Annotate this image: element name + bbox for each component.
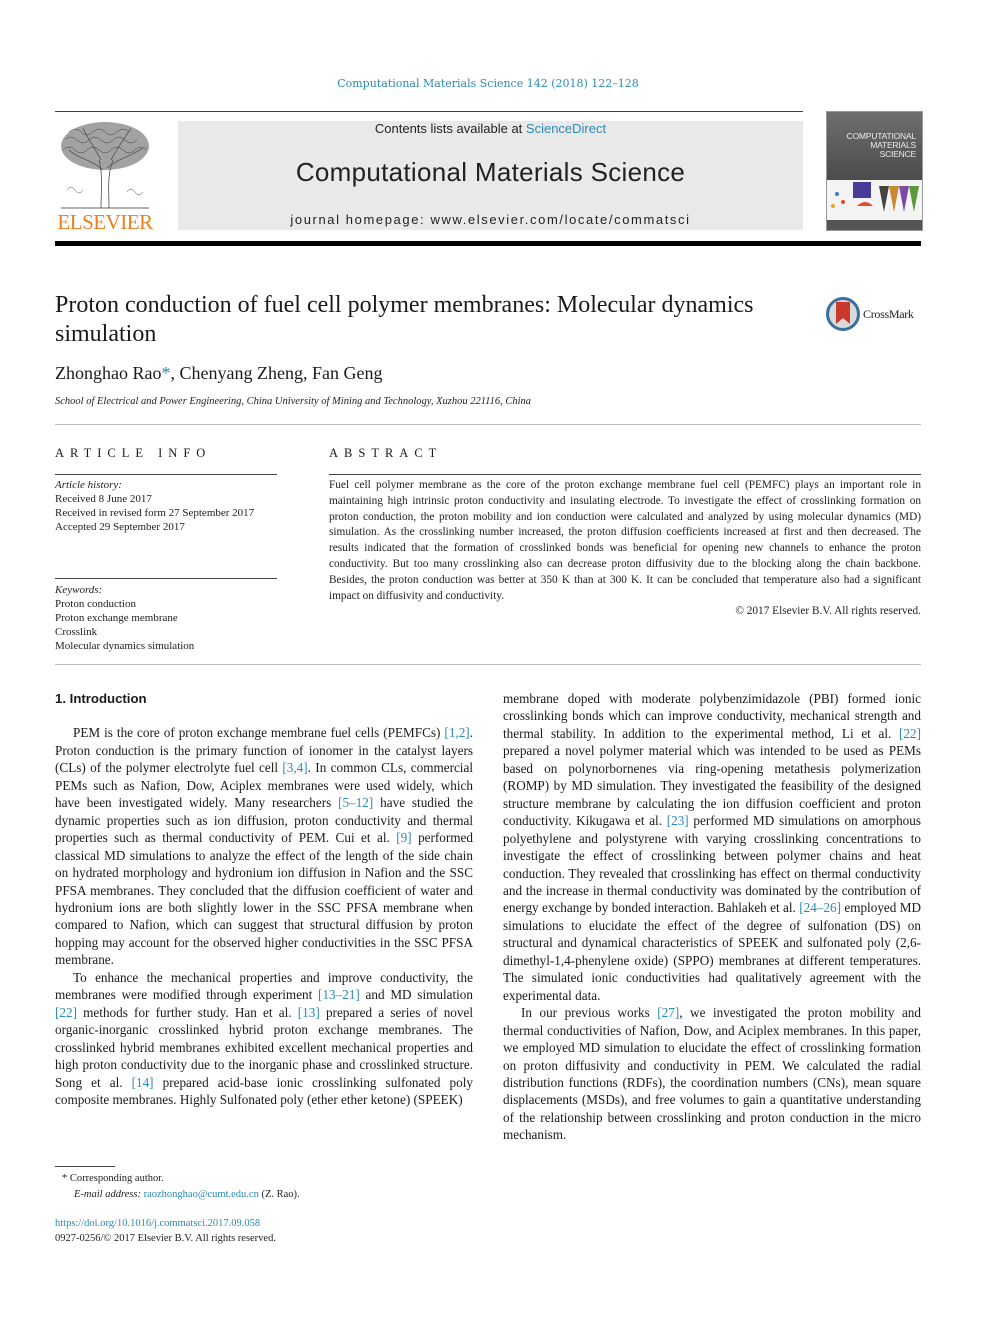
crossmark-label: CrossMark (863, 307, 914, 321)
elsevier-wordmark: ELSEVIER (57, 210, 153, 234)
author-affiliation: School of Electrical and Power Engineeri… (55, 396, 532, 407)
citation-link[interactable]: [14] (132, 1075, 154, 1090)
history-item: Accepted 29 September 2017 (55, 521, 185, 533)
history-item: Received in revised form 27 September 20… (55, 507, 255, 519)
cover-title: COMPUTATIONAL MATERIALS SCIENCE (847, 132, 917, 159)
keywords: Keywords: Proton conduction Proton excha… (55, 583, 277, 653)
article-info-heading: ARTICLE INFO (55, 446, 212, 460)
body-paragraph: PEM is the core of proton exchange membr… (55, 724, 473, 968)
cover-title-line: SCIENCE (879, 149, 917, 159)
divider (329, 474, 921, 475)
journal-cover-thumbnail[interactable]: COMPUTATIONAL MATERIALS SCIENCE (826, 111, 923, 231)
citation-link[interactable]: [13] (298, 1005, 320, 1020)
author-name[interactable]: Chenyang Zheng (179, 363, 302, 383)
paragraph-container: PEM is the core of proton exchange membr… (55, 724, 473, 1108)
paragraph-text: PEM is the core of proton exchange membr… (73, 725, 445, 741)
citation-link[interactable]: [13–21] (318, 987, 360, 1002)
corresponding-author-note: * Corresponding author. (62, 1173, 164, 1184)
paragraph-text: performed classical MD simulations to an… (55, 830, 473, 968)
section-heading: 1. Introduction (55, 691, 147, 706)
contents-prefix: Contents lists available at (374, 121, 526, 136)
issn-line: 0927-0256/© 2017 Elsevier B.V. All right… (55, 1233, 276, 1244)
citation-link[interactable]: [22] (899, 726, 921, 741)
body-paragraph: membrane doped with moderate polybenzimi… (503, 690, 921, 1004)
divider (55, 664, 921, 665)
divider (55, 578, 277, 579)
citation-link[interactable]: [5–12] (338, 795, 373, 810)
journal-banner: Contents lists available at ScienceDirec… (178, 121, 803, 230)
author-name[interactable]: Zhonghao Rao (55, 363, 161, 383)
doi-block: https://doi.org/10.1016/j.commatsci.2017… (55, 1216, 276, 1246)
citation-link[interactable]: [3,4] (282, 760, 307, 775)
header-rule (55, 111, 803, 112)
crossmark-icon (826, 297, 860, 331)
author-separator: , (302, 363, 312, 383)
keyword: Molecular dynamics simulation (55, 640, 195, 652)
citation-link[interactable]: [24–26] (799, 900, 841, 915)
history-label: Article history: (55, 479, 122, 491)
doi-link[interactable]: https://doi.org/10.1016/j.commatsci.2017… (55, 1216, 276, 1231)
email-suffix: (Z. Rao). (258, 1189, 300, 1200)
elsevier-tree-icon (61, 122, 149, 209)
body-paragraph: In our previous works [27], we investiga… (503, 1004, 921, 1144)
abstract-body: Fuel cell polymer membrane as the core o… (329, 479, 921, 602)
keyword: Proton conduction (55, 598, 136, 610)
keyword: Proton exchange membrane (55, 612, 178, 624)
author-list: Zhonghao Rao*, Chenyang Zheng, Fan Geng (55, 363, 382, 384)
paragraph-text: employed MD simulations to elucidate the… (503, 900, 921, 1003)
paragraph-text: membrane doped with moderate polybenzimi… (503, 691, 921, 741)
citation-link[interactable]: [27] (657, 1005, 679, 1020)
contents-line: Contents lists available at ScienceDirec… (178, 121, 803, 137)
email-note: E-mail address: raozhonghao@cumt.edu.cn … (62, 1187, 300, 1203)
citation-link[interactable]: [22] (55, 1005, 77, 1020)
sciencedirect-link[interactable]: ScienceDirect (526, 121, 606, 136)
citation-link[interactable]: [9] (396, 830, 411, 845)
citation-link[interactable]: [23] (667, 813, 689, 828)
footnotes: * Corresponding author. E-mail address: … (62, 1171, 300, 1203)
author-name[interactable]: Fan Geng (312, 363, 383, 383)
body-column-left: 1. Introduction PEM is the core of proto… (55, 690, 473, 1108)
header-thick-rule (55, 241, 921, 246)
journal-title: Computational Materials Science (295, 157, 686, 187)
abstract: Fuel cell polymer membrane as the core o… (329, 478, 921, 620)
body-paragraph: To enhance the mechanical properties and… (55, 969, 473, 1109)
article-title: Proton conduction of fuel cell polymer m… (55, 292, 754, 347)
paragraph-text: , we investigated the proton mobility an… (503, 1005, 921, 1143)
crossmark-button[interactable]: CrossMark (826, 297, 926, 333)
paragraph-container: membrane doped with moderate polybenzimi… (503, 690, 921, 1144)
paragraph-text: and MD simulation (359, 987, 473, 1003)
elsevier-logo[interactable]: ELSEVIER (55, 120, 155, 234)
journal-citation-link[interactable]: Computational Materials Science 142 (201… (0, 77, 976, 90)
journal-homepage-link[interactable]: journal homepage: www.elsevier.com/locat… (178, 212, 803, 227)
citation-link[interactable]: [1,2] (444, 725, 469, 740)
divider (55, 474, 277, 475)
paragraph-text: In our previous works (521, 1005, 658, 1021)
body-column-right: membrane doped with moderate polybenzimi… (503, 690, 921, 1144)
email-link[interactable]: raozhonghao@cumt.edu.cn (144, 1189, 259, 1200)
abstract-heading: ABSTRACT (329, 446, 443, 460)
divider (55, 424, 921, 425)
keywords-label: Keywords: (55, 584, 103, 596)
cover-artwork-icon (827, 180, 922, 220)
history-item: Received 8 June 2017 (55, 493, 152, 505)
email-label: E-mail address: (74, 1189, 144, 1200)
article-history: Article history: Received 8 June 2017 Re… (55, 478, 277, 534)
keyword: Crosslink (55, 626, 98, 638)
paragraph-text: methods for further study. Han et al. (76, 1004, 298, 1020)
footnote-rule (55, 1166, 115, 1167)
abstract-copyright: © 2017 Elsevier B.V. All rights reserved… (735, 605, 921, 618)
